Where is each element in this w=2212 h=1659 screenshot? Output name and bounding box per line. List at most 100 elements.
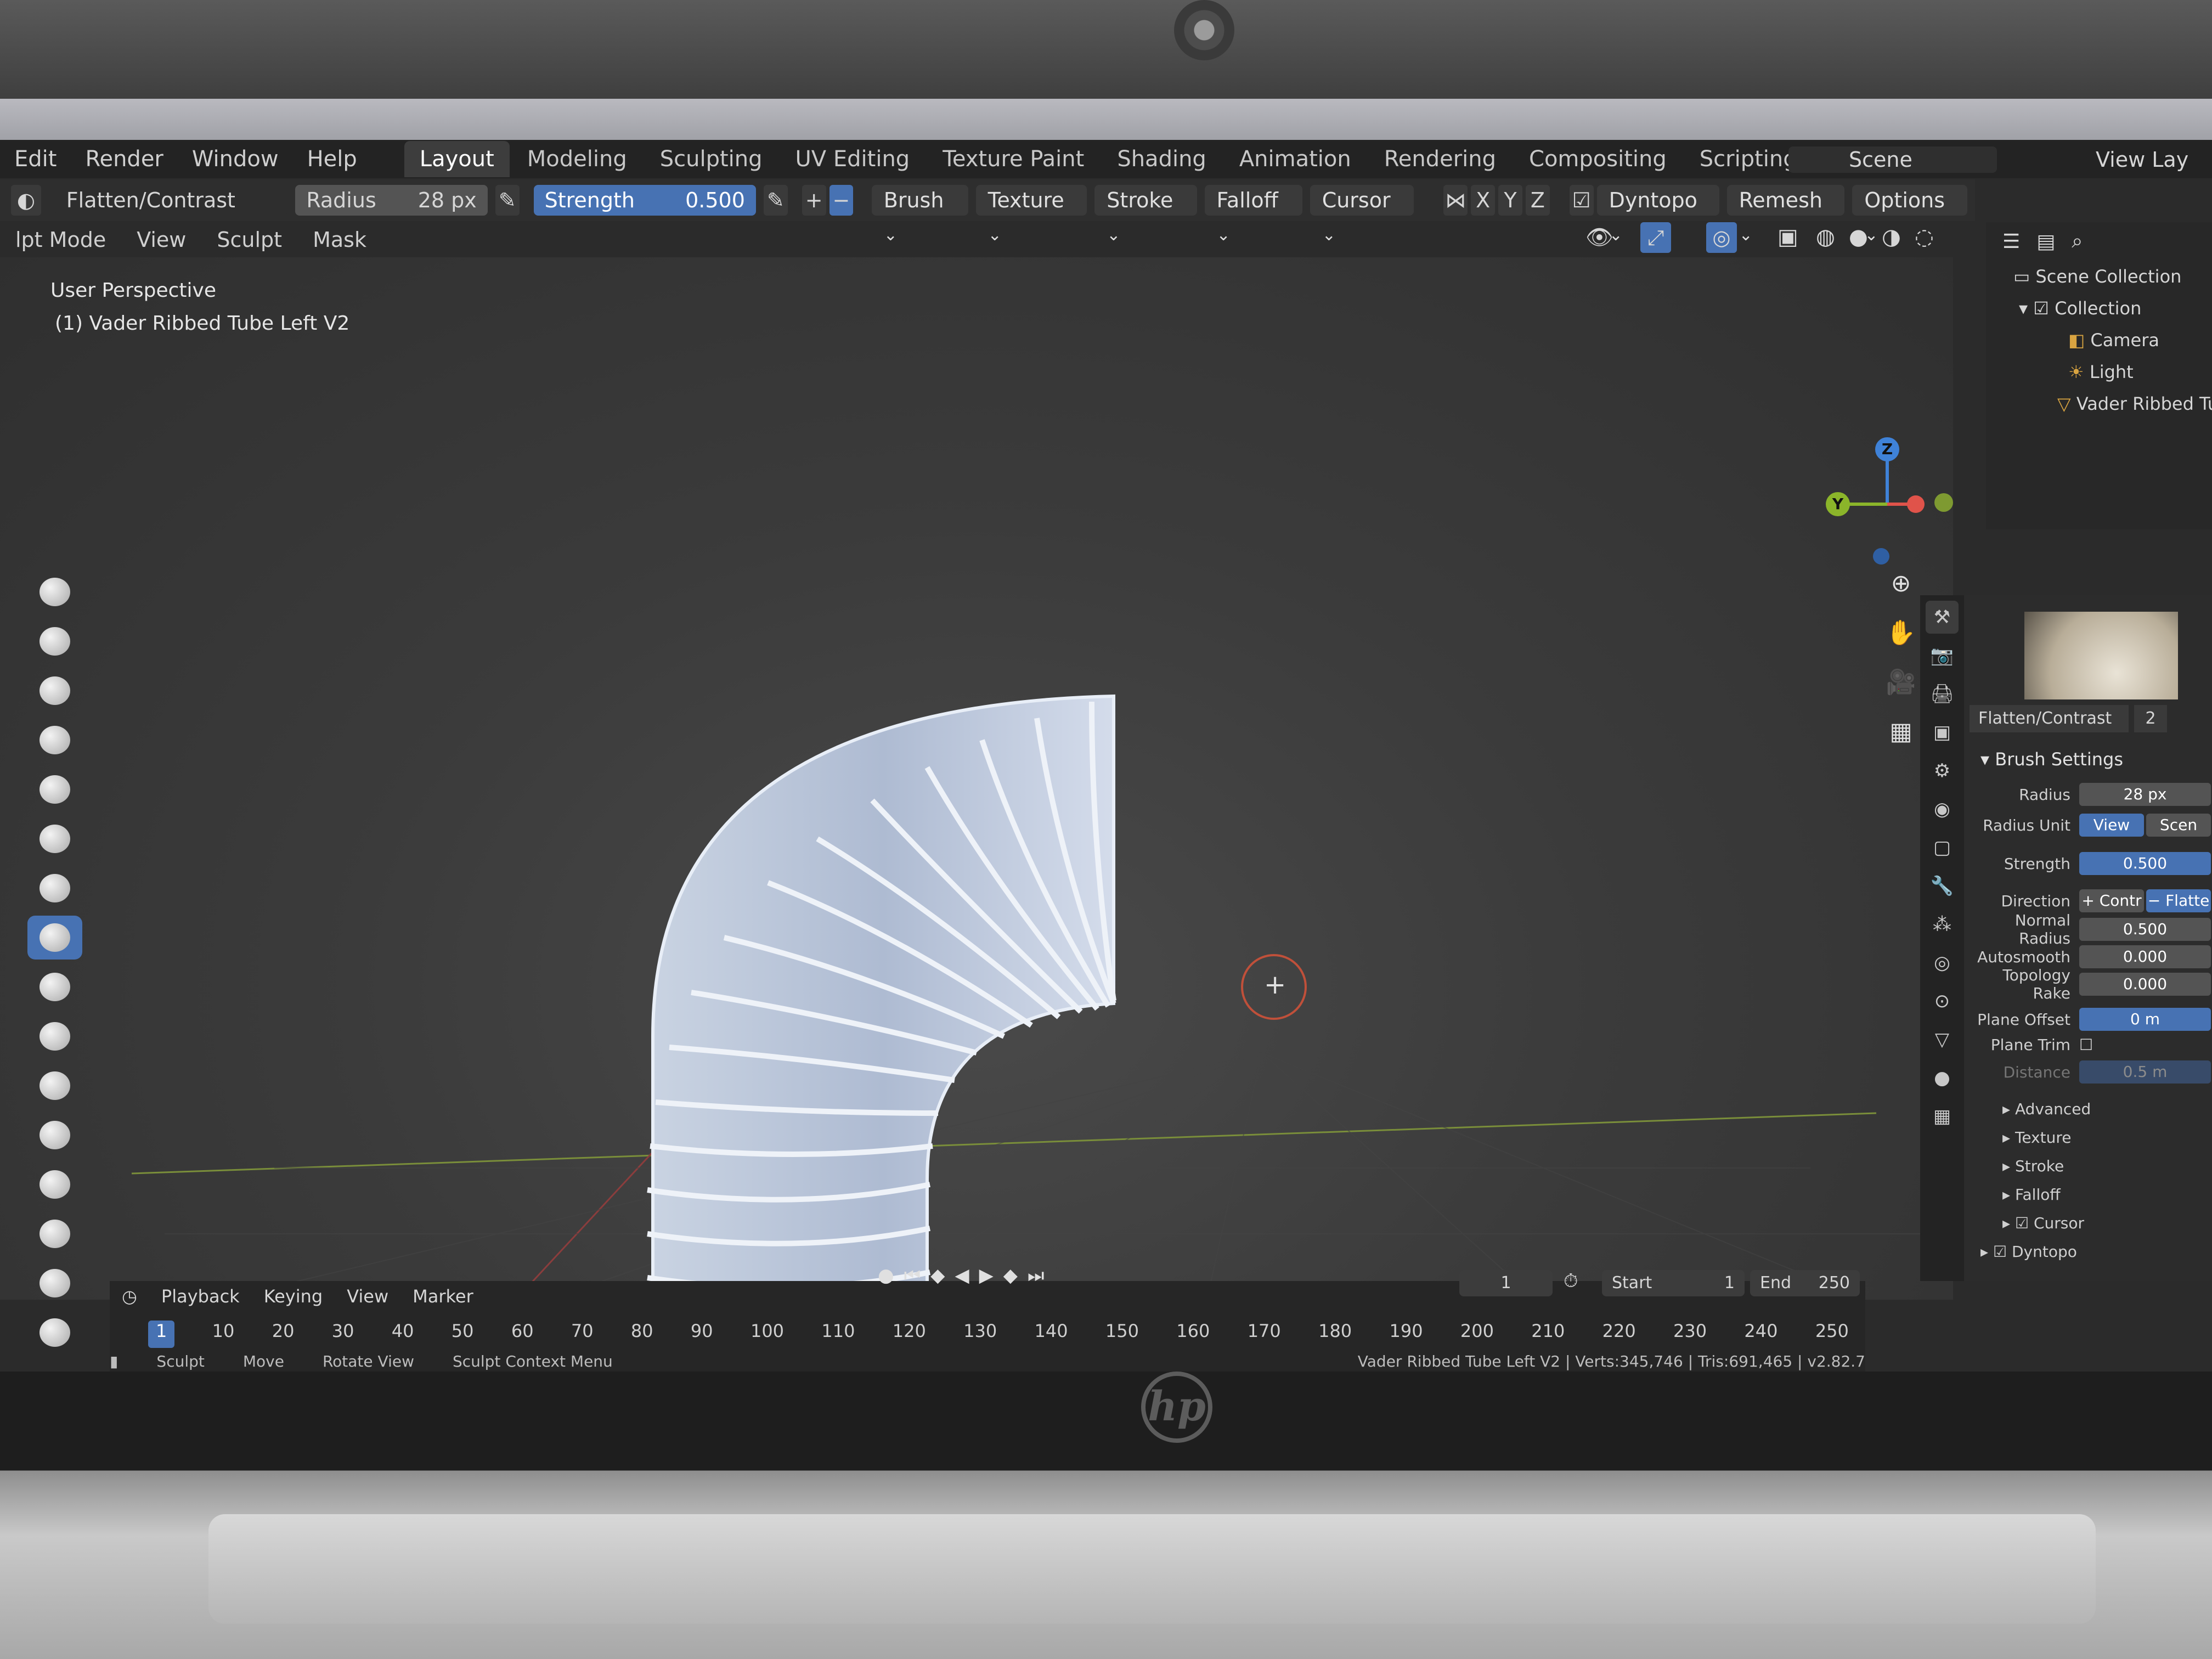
- menu-playback[interactable]: Playback: [149, 1286, 252, 1307]
- menu-mask[interactable]: Mask: [297, 228, 382, 252]
- brush-settings-header[interactable]: ▾ Brush Settings: [1980, 749, 2123, 770]
- scrape-brush-tool[interactable]: [27, 1014, 82, 1058]
- panel-dyntopo[interactable]: ▸ ☑ Dyntopo: [1980, 1243, 2077, 1261]
- view-layer-tab-icon[interactable]: ▣: [1926, 716, 1959, 749]
- view-layer-selector[interactable]: View Lay: [2096, 146, 2188, 173]
- draw-sharp-brush-tool[interactable]: [27, 619, 82, 663]
- scene-selector[interactable]: Scene: [1788, 146, 1997, 173]
- panel-texture[interactable]: ▸ Texture: [2002, 1128, 2071, 1147]
- prop-normal-radius[interactable]: Normal Radius 0.500: [1970, 911, 2211, 947]
- mirror-z-button[interactable]: Z: [1525, 185, 1550, 216]
- xray-icon[interactable]: ▣: [1778, 224, 1798, 250]
- constraints-tab-icon[interactable]: ⊙: [1926, 985, 1959, 1018]
- flatten-brush-tool[interactable]: [27, 916, 82, 960]
- render-tab-icon[interactable]: 📷: [1926, 639, 1959, 672]
- gizmo-z-axis[interactable]: Z: [1875, 437, 1899, 461]
- start-frame-field[interactable]: Start 1: [1602, 1270, 1745, 1296]
- jump-start-icon[interactable]: ⏮: [904, 1265, 921, 1286]
- texture-tab-icon[interactable]: ▦: [1926, 1100, 1959, 1133]
- prop-strength[interactable]: Strength 0.500: [1970, 851, 2211, 876]
- timeline-editor-icon[interactable]: ◷: [110, 1286, 149, 1307]
- prop-value[interactable]: 0.500: [2079, 852, 2211, 875]
- brush-name-field[interactable]: Flatten/Contrast: [1970, 705, 2129, 732]
- brush-dropdown[interactable]: Brush: [871, 185, 968, 216]
- blob-brush-tool[interactable]: [27, 866, 82, 910]
- mirror-y-button[interactable]: Y: [1498, 185, 1522, 216]
- outliner-collection[interactable]: ▾ ☑ Collection: [1986, 292, 2212, 324]
- prop-radius-unit[interactable]: Radius Unit View Scen: [1970, 812, 2211, 838]
- nudge-brush-tool[interactable]: [27, 1311, 82, 1355]
- current-frame-field[interactable]: 1: [1459, 1270, 1553, 1296]
- world-tab-icon[interactable]: ◉: [1926, 793, 1959, 826]
- prop-value[interactable]: 0.000: [2079, 945, 2211, 968]
- panel-advanced[interactable]: ▸ Advanced: [2002, 1100, 2091, 1118]
- scene-tab-icon[interactable]: ⚙: [1926, 754, 1959, 787]
- menu-sculpt[interactable]: Sculpt: [201, 228, 297, 252]
- menu-timeline-view[interactable]: View: [335, 1286, 400, 1307]
- clay-strips-brush-tool[interactable]: [27, 718, 82, 762]
- mode-selector[interactable]: lpt Mode: [0, 228, 121, 252]
- gizmo-neg-y-axis[interactable]: [1934, 493, 1953, 512]
- expand-arrow-icon[interactable]: ▾: [2019, 298, 2033, 319]
- prop-value[interactable]: 0.000: [2079, 973, 2211, 996]
- stopwatch-icon[interactable]: ⏱: [1564, 1270, 1578, 1292]
- prop-plane-trim[interactable]: Plane Trim ☐: [1970, 1032, 2211, 1057]
- end-frame-field[interactable]: End 250: [1750, 1270, 1860, 1296]
- strength-field[interactable]: Strength 0.500: [533, 185, 756, 216]
- gizmo-x-axis[interactable]: [1907, 495, 1925, 513]
- brush-users-count[interactable]: 2: [2134, 705, 2167, 732]
- remesh-dropdown[interactable]: Remesh: [1726, 185, 1845, 216]
- prop-value[interactable]: View: [2079, 814, 2144, 837]
- physics-tab-icon[interactable]: ◎: [1926, 946, 1959, 979]
- pose-brush-tool[interactable]: [27, 1261, 82, 1305]
- symmetry-icon[interactable]: ⋈: [1443, 185, 1468, 216]
- brush-selector[interactable]: Flatten/Contrast: [55, 185, 288, 216]
- brush-preview[interactable]: [2024, 612, 2178, 699]
- menu-keying[interactable]: Keying: [252, 1286, 335, 1307]
- menu-help[interactable]: Help: [293, 146, 371, 172]
- tab-sculpting[interactable]: Sculpting: [645, 141, 778, 177]
- timeline-ruler[interactable]: 1 10 20 30 40 50 60 70 80 90 100 110 120…: [148, 1321, 1849, 1348]
- tab-uv-editing[interactable]: UV Editing: [780, 141, 926, 177]
- visibility-icon[interactable]: 👁: [1585, 224, 1613, 250]
- next-keyframe-icon[interactable]: ◆: [1003, 1265, 1018, 1286]
- outliner-item-light[interactable]: ☀ Light: [1986, 356, 2212, 388]
- camera-view-icon[interactable]: 🎥: [1882, 663, 1920, 702]
- thumb-brush-tool[interactable]: [27, 1212, 82, 1256]
- panel-stroke[interactable]: ▸ Stroke: [2002, 1157, 2064, 1175]
- play-reverse-icon[interactable]: ◀: [955, 1265, 969, 1286]
- tab-modeling[interactable]: Modeling: [512, 141, 642, 177]
- prop-value-alt[interactable]: Scen: [2146, 814, 2211, 837]
- tab-rendering[interactable]: Rendering: [1369, 141, 1511, 177]
- particles-tab-icon[interactable]: ⁂: [1926, 908, 1959, 941]
- rendered-shading-icon[interactable]: ◌: [1915, 224, 1934, 250]
- tab-layout[interactable]: Layout: [404, 141, 510, 177]
- search-icon[interactable]: ⌕: [2072, 230, 2083, 253]
- material-shading-icon[interactable]: ◑: [1882, 224, 1901, 250]
- play-icon[interactable]: ▶: [979, 1265, 994, 1286]
- gizmo-toggle-icon[interactable]: ⤢: [1640, 222, 1671, 253]
- texture-dropdown[interactable]: Texture: [975, 185, 1087, 216]
- fill-brush-tool[interactable]: [27, 965, 82, 1009]
- menu-window[interactable]: Window: [178, 146, 293, 172]
- modifier-tab-icon[interactable]: 🔧: [1926, 870, 1959, 902]
- prop-value[interactable]: + Contr: [2079, 889, 2144, 912]
- dyntopo-checkbox[interactable]: ☑: [1569, 185, 1594, 216]
- menu-view[interactable]: View: [121, 228, 201, 252]
- tab-shading[interactable]: Shading: [1102, 141, 1222, 177]
- perspective-grid-icon[interactable]: ▦: [1882, 713, 1920, 751]
- tab-compositing[interactable]: Compositing: [1514, 141, 1682, 177]
- radius-pressure-icon[interactable]: ✎: [495, 185, 520, 216]
- prop-value[interactable]: 28 px: [2079, 783, 2211, 806]
- snake-hook-brush-tool[interactable]: [27, 1163, 82, 1206]
- layer-brush-tool[interactable]: [27, 768, 82, 811]
- 3d-viewport[interactable]: User Perspective (1) Vader Ribbed Tube L…: [0, 257, 1953, 1374]
- gizmo-y-axis[interactable]: Y: [1826, 492, 1850, 516]
- prop-value[interactable]: 0 m: [2079, 1008, 2211, 1031]
- prop-value-alt[interactable]: − Flatte: [2146, 889, 2211, 912]
- outliner-scene-collection[interactable]: ▭ Scene Collection: [1986, 261, 2212, 292]
- checkbox-icon[interactable]: ☑: [2033, 298, 2055, 319]
- prop-value[interactable]: 0.500: [2079, 918, 2211, 941]
- radius-field[interactable]: Radius 28 px: [295, 185, 488, 216]
- prop-plane-offset[interactable]: Plane Offset 0 m: [1970, 1007, 2211, 1032]
